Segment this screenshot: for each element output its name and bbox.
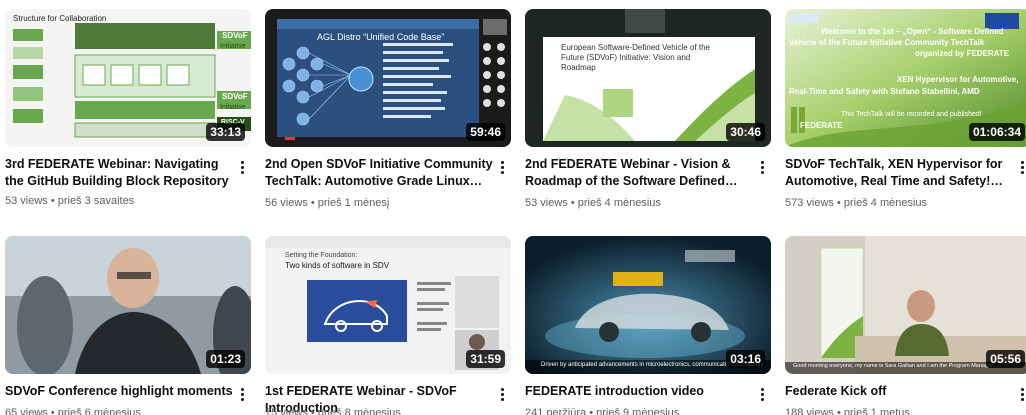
video-thumbnail[interactable]: Good morning everyone, my name is Sara G… [785, 236, 1026, 374]
video-title[interactable]: Federate Kick off [785, 383, 1013, 400]
video-stats: 188 views • prieš 1 metus [785, 407, 910, 415]
thumbnail-text: Vehicle of the Future Initiative Communi… [789, 38, 985, 47]
thumbnail-text: Welcome to the 1st – „Open“ - Software D… [821, 27, 1004, 36]
more-actions-icon[interactable] [235, 158, 249, 176]
video-title[interactable]: FEDERATE introduction video [525, 383, 753, 400]
thumbnail-label: SDVoF [222, 31, 248, 40]
thumbnail-heading: European Software-Defined Vehicle of the… [561, 43, 710, 72]
video-duration: 01:23 [206, 350, 245, 368]
video-duration: 05:56 [986, 350, 1025, 368]
thumbnail-text: Real-Time and Safety with Stefano Stabel… [789, 87, 980, 96]
more-actions-icon[interactable] [495, 158, 509, 176]
video-stats: 56 views • prieš 1 mėnesį [265, 197, 390, 209]
video-title[interactable]: 3rd FEDERATE Webinar: Navigating the Git… [5, 156, 233, 190]
more-actions-icon[interactable] [1015, 158, 1026, 176]
thumbnail-label: Initiative [220, 104, 246, 111]
video-thumbnail[interactable]: Structure for Collaboration SDVoF Initia… [5, 9, 251, 147]
thumbnail-heading: Two kinds of software in SDV [285, 261, 390, 270]
video-duration: 30:46 [726, 123, 765, 141]
video-thumbnail[interactable]: Welcome to the 1st – „Open“ - Software D… [785, 9, 1026, 147]
video-duration: 03:16 [726, 350, 765, 368]
video-duration: 01:06:34 [968, 123, 1025, 141]
thumbnail-label: Initiative [220, 43, 246, 50]
video-thumbnail[interactable]: Setting the Foundation: Two kinds of sof… [265, 236, 511, 374]
thumbnail-caption: Good morning everyone, my name is Sara G… [793, 363, 993, 369]
thumbnail-heading: Structure for Collaboration [13, 14, 107, 23]
video-stats: 573 views • prieš 4 mėnesius [785, 197, 928, 209]
video-stats: 53 views • prieš 3 savaites [5, 195, 135, 207]
thumbnail-label: SDVoF [222, 92, 248, 101]
video-title[interactable]: SDVoF TechTalk, XEN Hypervisor for Autom… [785, 156, 1013, 190]
video-thumbnail[interactable]: European Software-Defined Vehicle of the… [525, 9, 771, 147]
more-actions-icon[interactable] [495, 385, 509, 403]
video-thumbnail[interactable]: 01:23 [5, 236, 251, 374]
video-duration: 31:59 [466, 350, 505, 368]
video-duration: 59:46 [466, 123, 505, 141]
more-actions-icon[interactable] [235, 385, 249, 403]
video-title[interactable]: 2nd Open SDVoF Initiative Community Tech… [265, 156, 493, 190]
thumbnail-text: Setting the Foundation: [285, 252, 358, 259]
thumbnail-text: organized by FEDERATE [915, 49, 1010, 58]
video-stats: 53 views • prieš 4 mėnesius [525, 197, 661, 209]
more-actions-icon[interactable] [755, 158, 769, 176]
video-stats: 241 peržiūra • prieš 9 mėnesius [525, 407, 680, 415]
video-title[interactable]: SDVoF Conference highlight moments [5, 383, 233, 400]
federate-logo: FEDERATE [800, 121, 843, 130]
video-duration: 33:13 [206, 123, 245, 141]
video-stats: 75 views • prieš 8 mėnesius [265, 407, 401, 415]
video-thumbnail[interactable]: Driven by anticipated advancements in mi… [525, 236, 771, 374]
thumbnail-text: XEN Hypervisor for Automotive, [897, 75, 1019, 84]
thumbnail-text: This TechTalk will be recorded and publi… [841, 111, 982, 118]
thumbnail-heading: AGL Distro “Unified Code Base” [317, 32, 445, 42]
more-actions-icon[interactable] [755, 385, 769, 403]
video-title[interactable]: 2nd FEDERATE Webinar - Vision & Roadmap … [525, 156, 753, 190]
video-stats: 65 views • prieš 6 mėnesius [5, 407, 141, 415]
more-actions-icon[interactable] [1015, 385, 1026, 403]
video-thumbnail[interactable]: AGL Distro “Unified Code Base” 59:46 [265, 9, 511, 147]
